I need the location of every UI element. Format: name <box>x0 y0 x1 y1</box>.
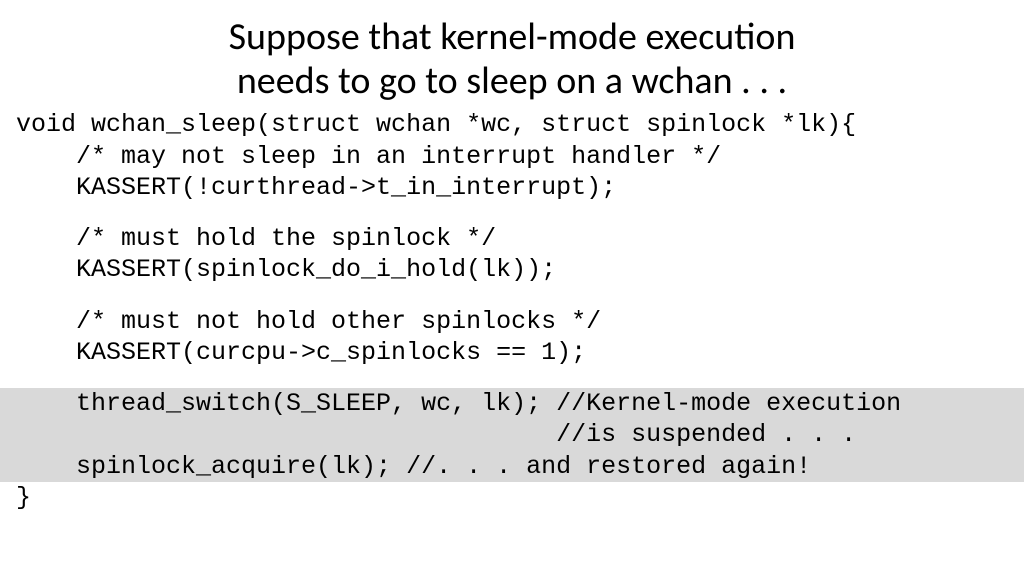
code-line: /* may not sleep in an interrupt handler… <box>16 141 1024 172</box>
code-line: KASSERT(curcpu->c_spinlocks == 1); <box>16 337 1024 368</box>
title-line-1: Suppose that kernel-mode execution <box>40 16 984 60</box>
code-line: /* must hold the spinlock */ <box>16 223 1024 254</box>
code-line: //is suspended . . . <box>16 419 1024 450</box>
code-line: } <box>16 482 1024 513</box>
slide-title: Suppose that kernel-mode execution needs… <box>0 16 1024 103</box>
code-line: void wchan_sleep(struct wchan *wc, struc… <box>16 109 1024 140</box>
code-line: thread_switch(S_SLEEP, wc, lk); //Kernel… <box>16 388 1024 419</box>
code-line: /* must not hold other spinlocks */ <box>16 306 1024 337</box>
slide-container: Suppose that kernel-mode execution needs… <box>0 0 1024 576</box>
code-block: void wchan_sleep(struct wchan *wc, struc… <box>0 109 1024 513</box>
blank-line <box>16 286 1024 306</box>
code-line: KASSERT(!curthread->t_in_interrupt); <box>16 172 1024 203</box>
code-line: KASSERT(spinlock_do_i_hold(lk)); <box>16 254 1024 285</box>
title-line-2: needs to go to sleep on a wchan . . . <box>40 60 984 104</box>
blank-line <box>16 368 1024 388</box>
blank-line <box>16 203 1024 223</box>
highlighted-region: thread_switch(S_SLEEP, wc, lk); //Kernel… <box>0 388 1024 482</box>
code-line: spinlock_acquire(lk); //. . . and restor… <box>16 451 1024 482</box>
